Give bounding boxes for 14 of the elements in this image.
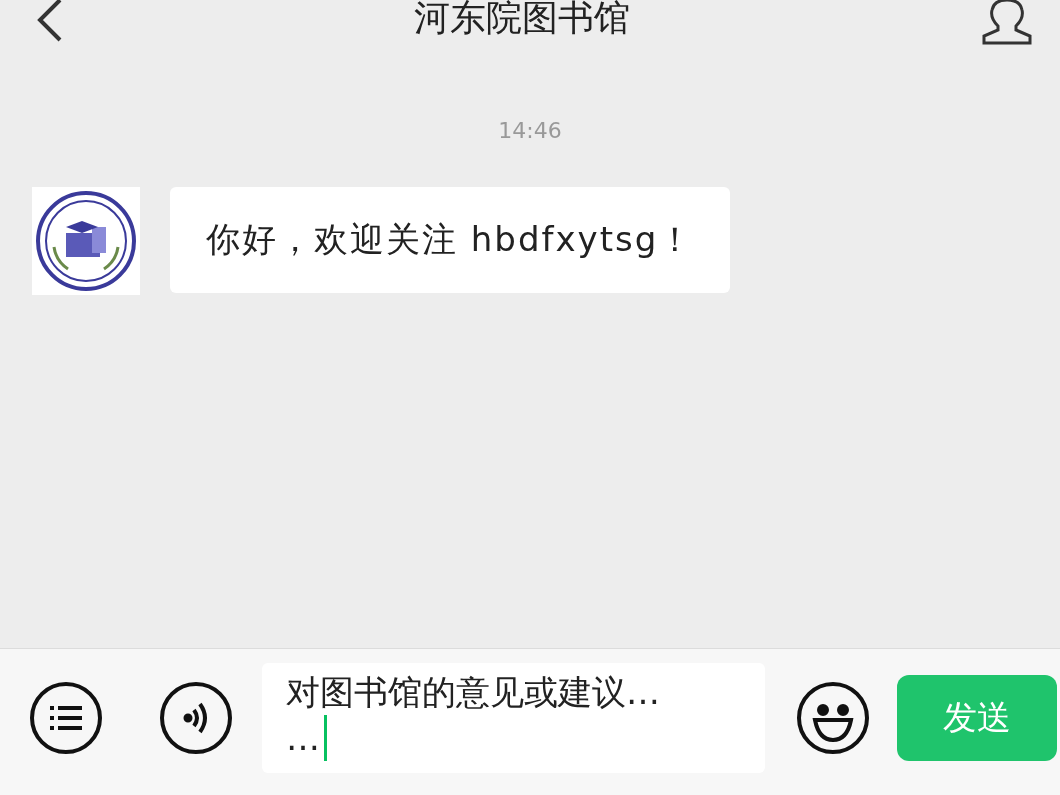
timestamp: 14:46 xyxy=(498,118,562,143)
message-bubble: 你好，欢迎关注 hbdfxytsg！ xyxy=(170,187,731,293)
menu-icon xyxy=(28,680,104,756)
chat-title: 河东院图书馆 xyxy=(414,0,630,38)
back-icon[interactable] xyxy=(36,0,64,42)
text-cursor xyxy=(324,715,327,761)
emoji-button[interactable] xyxy=(795,680,871,756)
voice-button[interactable] xyxy=(158,680,234,756)
menu-button[interactable] xyxy=(28,680,104,756)
smiley-icon xyxy=(795,680,871,756)
message-input-field[interactable]: 对图书馆的意见或建议… … xyxy=(262,663,765,773)
voice-icon xyxy=(158,680,234,756)
person-icon[interactable] xyxy=(980,0,1034,46)
library-logo-avatar[interactable] xyxy=(32,187,140,295)
